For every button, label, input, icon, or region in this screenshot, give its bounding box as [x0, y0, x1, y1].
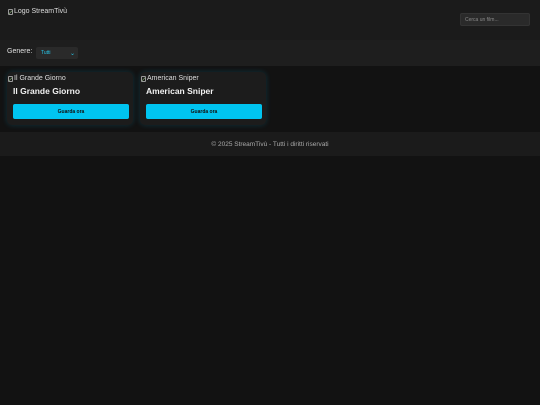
broken-image-icon: [8, 75, 13, 82]
movie-card: Il Grande Giorno Il Grande Giorno Guarda…: [7, 72, 133, 125]
search-input[interactable]: [460, 13, 530, 26]
genre-select-value: Tutti: [41, 50, 51, 56]
filter-bar: Genere:: [0, 40, 540, 66]
movie-poster[interactable]: American Sniper: [141, 74, 199, 83]
movie-poster-alt: American Sniper: [147, 75, 199, 82]
broken-image-icon: [8, 8, 13, 15]
site-footer: © 2025 StreamTivù - Tutti i diritti rise…: [0, 132, 540, 156]
genre-label: Genere:: [7, 48, 33, 55]
movie-card: American Sniper American Sniper Guarda o…: [140, 72, 266, 125]
movie-poster-alt: Il Grande Giorno: [14, 75, 66, 82]
chevron-down-icon: ⌄: [69, 50, 76, 57]
watch-now-button[interactable]: Guarda ora: [13, 104, 129, 119]
movie-poster[interactable]: Il Grande Giorno: [8, 74, 66, 83]
footer-text: © 2025 StreamTivù - Tutti i diritti rise…: [211, 140, 329, 148]
logo[interactable]: Logo StreamTivù: [8, 7, 67, 16]
logo-alt-text: Logo StreamTivù: [14, 8, 68, 15]
genre-select[interactable]: Tutti ⌄: [36, 47, 78, 59]
broken-image-icon: [141, 75, 146, 82]
movie-title: Il Grande Giorno: [13, 86, 81, 96]
watch-now-button[interactable]: Guarda ora: [146, 104, 262, 119]
site-header: Logo StreamTivù: [0, 0, 540, 40]
movie-title: American Sniper: [146, 86, 214, 96]
